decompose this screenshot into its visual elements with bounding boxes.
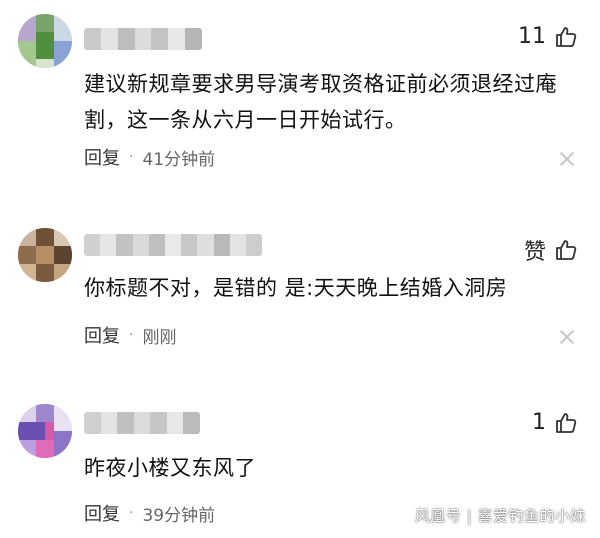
separator: ·	[129, 505, 134, 521]
comment-item: 赞 你标题不对，是错的 是:天天晚上结婚入洞房 回复 · 刚刚	[0, 200, 600, 378]
comment-item: 11 建议新规章要求男导演考取资格证前必须退经过庵割，这一条从六月一日开始试行。…	[0, 0, 600, 200]
comment-text: 昨夜小楼又东风了	[84, 456, 256, 480]
like-button[interactable]: 赞	[524, 234, 578, 266]
avatar[interactable]	[18, 228, 72, 282]
like-button[interactable]: 1	[532, 410, 578, 435]
comment-meta: 回复 · 41分钟前	[84, 144, 215, 170]
like-label: 赞	[523, 240, 546, 265]
separator: ·	[129, 327, 134, 343]
thumbs-up-icon	[554, 238, 578, 262]
avatar[interactable]	[18, 404, 72, 458]
reply-button[interactable]: 回复	[84, 322, 120, 348]
watermark: 风凰号 | 喜爱钓鱼的小妹	[414, 507, 586, 525]
username-blurred[interactable]	[84, 28, 202, 50]
close-icon[interactable]	[560, 330, 574, 344]
like-button[interactable]: 11	[518, 24, 578, 49]
username-blurred[interactable]	[84, 412, 200, 434]
timestamp: 刚刚	[142, 327, 177, 348]
like-count: 1	[532, 410, 546, 435]
username-blurred[interactable]	[84, 234, 262, 256]
separator: ·	[129, 149, 134, 165]
thumbs-up-icon	[554, 25, 578, 49]
timestamp: 41分钟前	[142, 149, 216, 170]
timestamp: 39分钟前	[142, 505, 216, 526]
comment-meta: 回复 · 刚刚	[84, 322, 176, 348]
comment-text: 你标题不对，是错的 是:天天晚上结婚入洞房	[84, 276, 508, 300]
close-icon[interactable]	[560, 152, 574, 166]
like-count: 11	[518, 24, 546, 49]
reply-button[interactable]: 回复	[84, 500, 120, 526]
comment-list: 11 建议新规章要求男导演考取资格证前必须退经过庵割，这一条从六月一日开始试行。…	[0, 0, 600, 538]
thumbs-up-icon	[554, 411, 578, 435]
reply-button[interactable]: 回复	[84, 144, 120, 170]
comment-text: 建议新规章要求男导演考取资格证前必须退经过庵割，这一条从六月一日开始试行。	[84, 72, 557, 132]
avatar[interactable]	[18, 14, 72, 68]
comment-meta: 回复 · 39分钟前	[84, 500, 215, 526]
